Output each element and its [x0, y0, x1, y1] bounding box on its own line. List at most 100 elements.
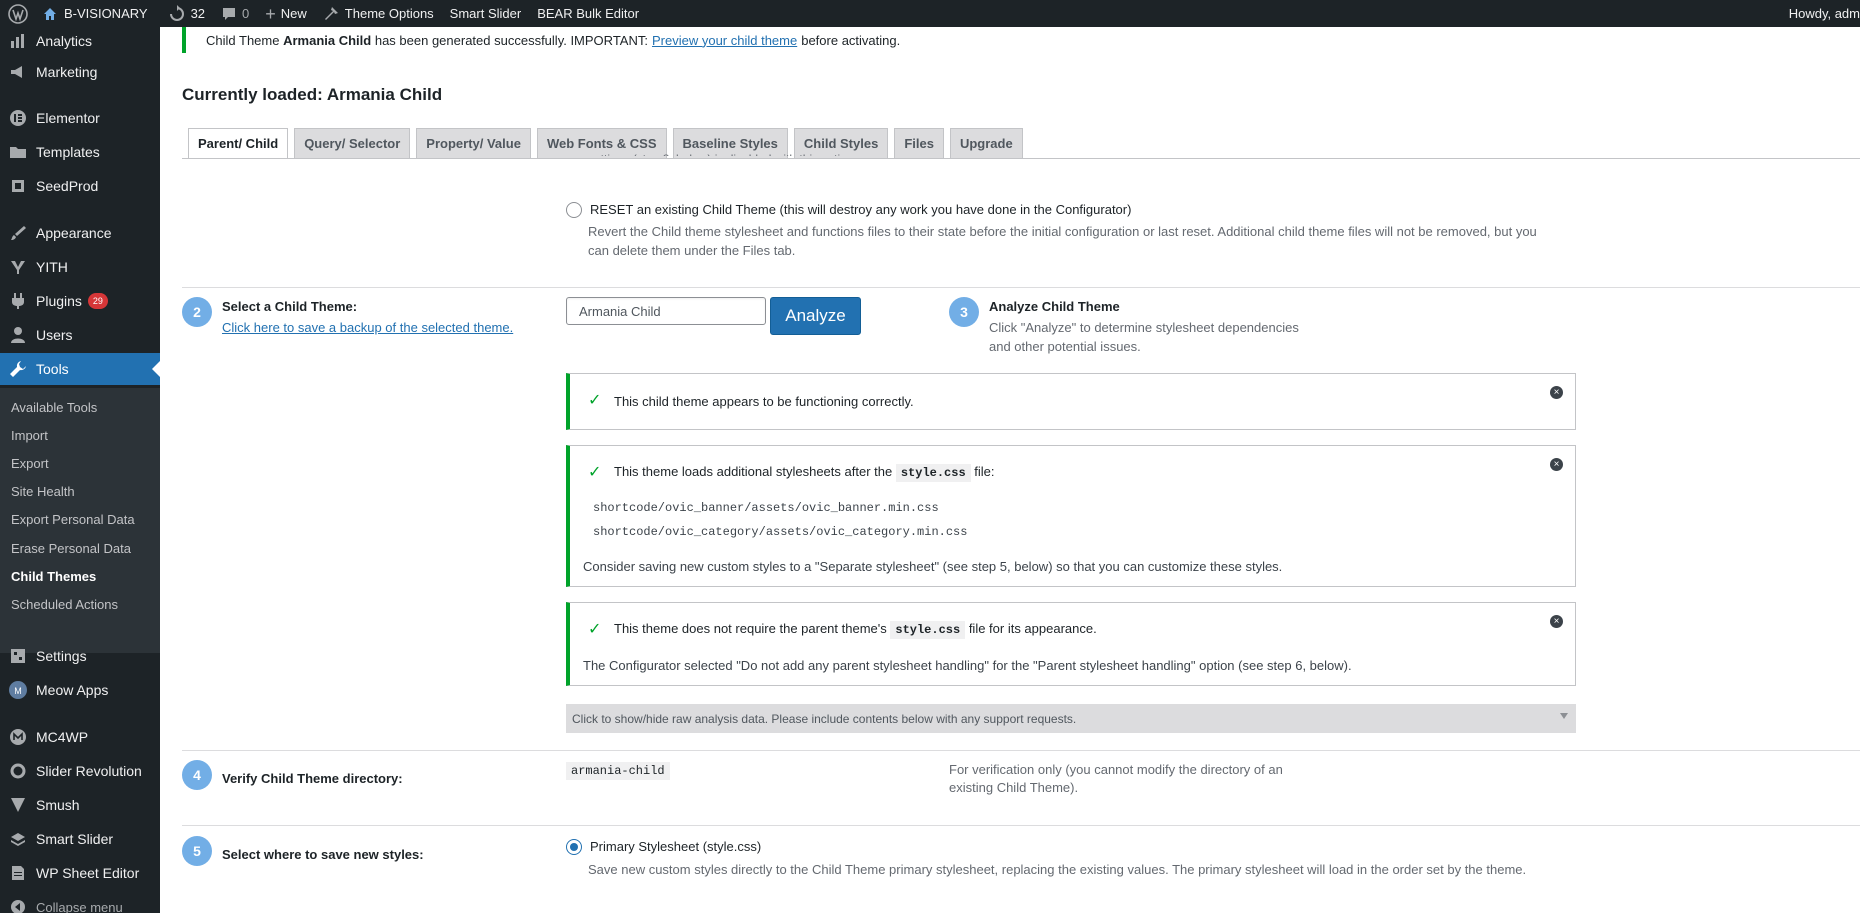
tab-query-selector[interactable]: Query/ Selector	[294, 128, 411, 158]
menu-marketing[interactable]: Marketing	[0, 56, 160, 88]
notice-suffix: before activating.	[801, 32, 901, 48]
backup-theme-link[interactable]: Click here to save a backup of the selec…	[222, 320, 513, 335]
menu-label: Smart Slider	[36, 831, 114, 847]
reset-radio[interactable]	[566, 202, 582, 218]
smart-slider-link[interactable]: Smart Slider	[442, 0, 530, 27]
analyze-button[interactable]: Analyze	[770, 297, 861, 335]
menu-templates[interactable]: Templates	[0, 136, 160, 168]
step-4-label: Verify Child Theme directory:	[222, 771, 403, 786]
checkmark-icon: ✓	[588, 464, 602, 481]
menu-meow-apps[interactable]: M Meow Apps	[0, 674, 160, 706]
menu-tools[interactable]: Tools	[0, 353, 160, 385]
menu-plugins[interactable]: Plugins 29	[0, 285, 160, 317]
result-3-title: This theme does not require the parent t…	[614, 621, 1097, 639]
result-3-note: The Configurator selected "Do not add an…	[583, 658, 1352, 673]
menu-wp-sheet-editor[interactable]: WP Sheet Editor	[0, 857, 160, 889]
plug-icon	[0, 292, 36, 310]
child-theme-select-value: Armania Child	[579, 303, 661, 319]
stylesheet-file-2: shortcode/ovic_category/assets/ovic_cate…	[593, 525, 968, 539]
menu-seedprod[interactable]: SeedProd	[0, 170, 160, 202]
child-theme-select[interactable]: Armania Child	[566, 297, 766, 325]
chevron-down-icon	[1560, 713, 1568, 719]
menu-label: Meow Apps	[36, 682, 109, 698]
submenu-available-tools[interactable]: Available Tools	[11, 400, 97, 415]
comment-icon	[221, 6, 237, 22]
step-5-number: 5	[182, 836, 212, 866]
tab-files[interactable]: Files	[894, 128, 944, 158]
result-2-post: file:	[974, 464, 995, 479]
submenu-scheduled-actions[interactable]: Scheduled Actions	[11, 597, 118, 612]
megaphone-icon	[0, 63, 36, 81]
step-3-description-1: Click "Analyze" to determine stylesheet …	[989, 320, 1299, 335]
wordpress-logo-icon[interactable]	[0, 0, 38, 27]
smush-icon	[0, 796, 36, 814]
submenu-site-health[interactable]: Site Health	[11, 484, 75, 499]
menu-analytics[interactable]: Analytics	[0, 25, 160, 57]
site-name-link[interactable]: B-VISIONARY	[38, 0, 160, 27]
raw-analysis-toggle[interactable]: Click to show/hide raw analysis data. Pl…	[566, 704, 1576, 733]
menu-label: Marketing	[36, 64, 98, 80]
new-content-link[interactable]: + New	[257, 0, 315, 27]
menu-label: Appearance	[36, 225, 112, 241]
menu-yith[interactable]: YITH	[0, 251, 160, 283]
primary-stylesheet-description: Save new custom styles directly to the C…	[588, 862, 1527, 877]
menu-smart-slider[interactable]: Smart Slider	[0, 823, 160, 855]
bear-link[interactable]: BEAR Bulk Editor	[529, 0, 647, 27]
tab-upgrade[interactable]: Upgrade	[949, 128, 1023, 158]
updates-icon	[168, 4, 186, 23]
child-theme-directory: armania-child	[566, 762, 670, 780]
menu-label: Elementor	[36, 110, 100, 126]
divider	[182, 287, 1860, 288]
admin-sidebar: Analytics Marketing Elementor Templates …	[0, 27, 160, 913]
result-2-pre: This theme loads additional stylesheets …	[614, 464, 893, 479]
comments-link[interactable]: 0	[213, 0, 257, 27]
menu-label: Tools	[36, 361, 69, 377]
folder-icon	[0, 143, 36, 161]
primary-stylesheet-radio[interactable]	[566, 839, 582, 855]
settings-icon	[0, 647, 36, 665]
style-css-code: style.css	[895, 464, 971, 482]
result-3-pre: This theme does not require the parent t…	[614, 621, 887, 636]
analysis-result-ok: ✓ This child theme appears to be functio…	[566, 373, 1576, 430]
user-icon	[0, 326, 36, 344]
submenu-child-themes[interactable]: Child Themes	[11, 569, 96, 584]
submenu-export-personal-data[interactable]: Export Personal Data	[11, 512, 135, 527]
menu-elementor[interactable]: Elementor	[0, 102, 160, 134]
dismiss-icon[interactable]: ×	[1550, 458, 1563, 471]
tools-submenu: Available Tools Import Export Site Healt…	[0, 388, 160, 653]
analysis-result-parent: ✓ This theme does not require the parent…	[566, 602, 1576, 686]
preview-child-theme-link[interactable]: Preview your child theme	[652, 33, 797, 48]
notice-text: has been generated successfully. IMPORTA…	[374, 32, 648, 48]
tab-parent-child[interactable]: Parent/ Child	[188, 128, 289, 158]
menu-mc4wp[interactable]: MC4WP	[0, 721, 160, 753]
step-2-number: 2	[182, 297, 212, 327]
sheet-icon	[0, 864, 36, 882]
divider	[182, 750, 1860, 751]
menu-label: Templates	[36, 144, 100, 160]
bar-chart-icon	[0, 32, 36, 50]
theme-options-link[interactable]: Theme Options	[315, 0, 442, 27]
plus-icon: +	[265, 3, 276, 24]
page-title: Currently loaded: Armania Child	[182, 85, 443, 104]
raw-analysis-label: Click to show/hide raw analysis data. Pl…	[572, 711, 1077, 726]
menu-smush[interactable]: Smush	[0, 789, 160, 821]
menu-appearance[interactable]: Appearance	[0, 217, 160, 249]
tab-property-value[interactable]: Property/ Value	[416, 128, 531, 158]
submenu-import[interactable]: Import	[11, 428, 48, 443]
submenu-erase-personal-data[interactable]: Erase Personal Data	[11, 541, 131, 556]
dismiss-icon[interactable]: ×	[1550, 386, 1563, 399]
menu-slider-revolution[interactable]: Slider Revolution	[0, 755, 160, 787]
mc4wp-icon	[0, 728, 36, 746]
menu-label: SeedProd	[36, 178, 99, 194]
result-2-title: This theme loads additional stylesheets …	[614, 464, 995, 482]
updates-link[interactable]: 32	[160, 0, 213, 27]
menu-settings[interactable]: Settings	[0, 640, 160, 672]
my-account-link[interactable]: Howdy, adm	[1781, 0, 1860, 27]
collapse-menu-button[interactable]: Collapse menu	[0, 891, 160, 913]
submenu-export[interactable]: Export	[11, 456, 49, 471]
revolution-icon	[0, 762, 36, 780]
menu-users[interactable]: Users	[0, 319, 160, 351]
dismiss-icon[interactable]: ×	[1550, 615, 1563, 628]
wrench-icon	[0, 360, 36, 378]
reset-description-2: can delete them under the Files tab.	[588, 243, 796, 258]
